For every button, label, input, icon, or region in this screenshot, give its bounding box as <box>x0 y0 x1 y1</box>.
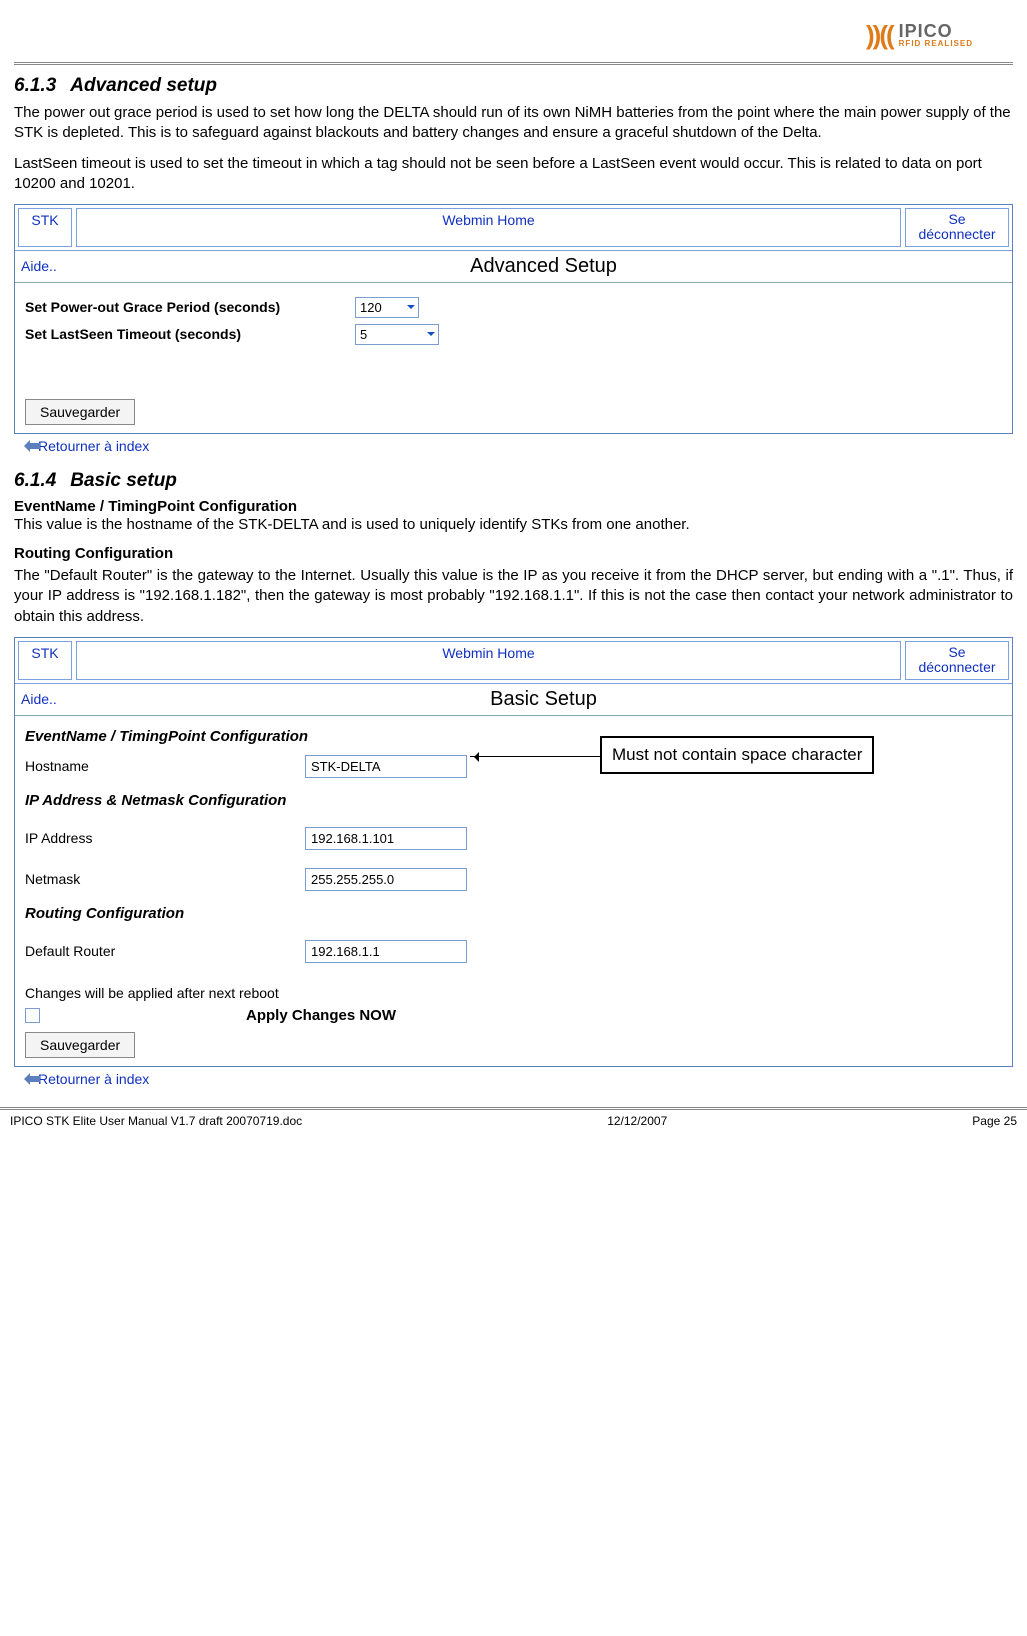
netmask-label: Netmask <box>25 871 305 887</box>
footer-date: 12/12/2007 <box>607 1114 667 1128</box>
grace-period-select[interactable]: 120 <box>355 297 419 318</box>
webmin-home-link-2[interactable]: Webmin Home <box>76 641 901 680</box>
ip-label: IP Address <box>25 830 305 846</box>
panel-title-2: Basic Setup <box>81 688 1006 711</box>
lastseen-select[interactable]: 5 <box>355 324 439 345</box>
advanced-setup-panel: STK Webmin Home Se déconnecter Aide.. Ad… <box>14 204 1013 434</box>
help-link-2[interactable]: Aide.. <box>21 691 81 707</box>
divider <box>14 62 1013 65</box>
logo-mark-icon: ))(( <box>866 20 893 51</box>
grace-period-label: Set Power-out Grace Period (seconds) <box>25 299 355 315</box>
sub2-title: Routing Configuration <box>14 545 1013 562</box>
section-heading-advanced: 6.1.3Advanced setup <box>14 75 1013 97</box>
para-grace: The power out grace period is used to se… <box>14 103 1013 144</box>
hostname-label: Hostname <box>25 758 305 774</box>
return-link-1[interactable]: Retourner à index <box>18 438 1013 454</box>
router-input[interactable]: 192.168.1.1 <box>305 940 467 963</box>
stk-button-2[interactable]: STK <box>18 641 72 680</box>
lastseen-label: Set LastSeen Timeout (seconds) <box>25 326 355 342</box>
netmask-input[interactable]: 255.255.255.0 <box>305 868 467 891</box>
save-button[interactable]: Sauvegarder <box>25 399 135 425</box>
page-footer: IPICO STK Elite User Manual V1.7 draft 2… <box>0 1107 1027 1132</box>
footer-filename: IPICO STK Elite User Manual V1.7 draft 2… <box>10 1114 302 1128</box>
panel-title: Advanced Setup <box>81 255 1006 278</box>
save-button-2[interactable]: Sauvegarder <box>25 1032 135 1058</box>
hostname-input[interactable]: STK-DELTA <box>305 755 467 778</box>
webmin-home-link[interactable]: Webmin Home <box>76 208 901 247</box>
logo: ))(( IPICO RFID REALISED <box>866 20 973 51</box>
arrow-left-icon <box>18 440 30 452</box>
header: ))(( IPICO RFID REALISED <box>14 10 1013 60</box>
footer-page: Page 25 <box>972 1114 1017 1128</box>
sub1-title: EventName / TimingPoint Configuration <box>14 498 1013 515</box>
stk-button[interactable]: STK <box>18 208 72 247</box>
para-lastseen: LastSeen timeout is used to set the time… <box>14 154 1013 195</box>
changes-note: Changes will be applied after next reboo… <box>25 985 1002 1001</box>
router-label: Default Router <box>25 943 305 959</box>
logo-tagline: RFID REALISED <box>899 40 973 48</box>
basic-setup-panel: STK Webmin Home Se déconnecter Aide.. Ba… <box>14 637 1013 1067</box>
arrow-left-icon-2 <box>18 1073 30 1085</box>
apply-checkbox[interactable] <box>25 1008 40 1023</box>
logo-brand: IPICO <box>899 22 973 40</box>
sub2-body: The "Default Router" is the gateway to t… <box>14 566 1013 627</box>
callout-box: Must not contain space character <box>600 736 874 774</box>
ip-config-header: IP Address & Netmask Configuration <box>25 792 1002 809</box>
logout-button[interactable]: Se déconnecter <box>905 208 1009 247</box>
routing-config-header: Routing Configuration <box>25 905 1002 922</box>
section-heading-basic: 6.1.4Basic setup <box>14 470 1013 492</box>
help-link[interactable]: Aide.. <box>21 258 81 274</box>
ip-input[interactable]: 192.168.1.101 <box>305 827 467 850</box>
callout-arrow <box>470 756 600 757</box>
logout-button-2[interactable]: Se déconnecter <box>905 641 1009 680</box>
return-link-2[interactable]: Retourner à index <box>18 1071 1013 1087</box>
apply-now-label: Apply Changes NOW <box>246 1007 396 1024</box>
sub1-body: This value is the hostname of the STK-DE… <box>14 515 1013 535</box>
